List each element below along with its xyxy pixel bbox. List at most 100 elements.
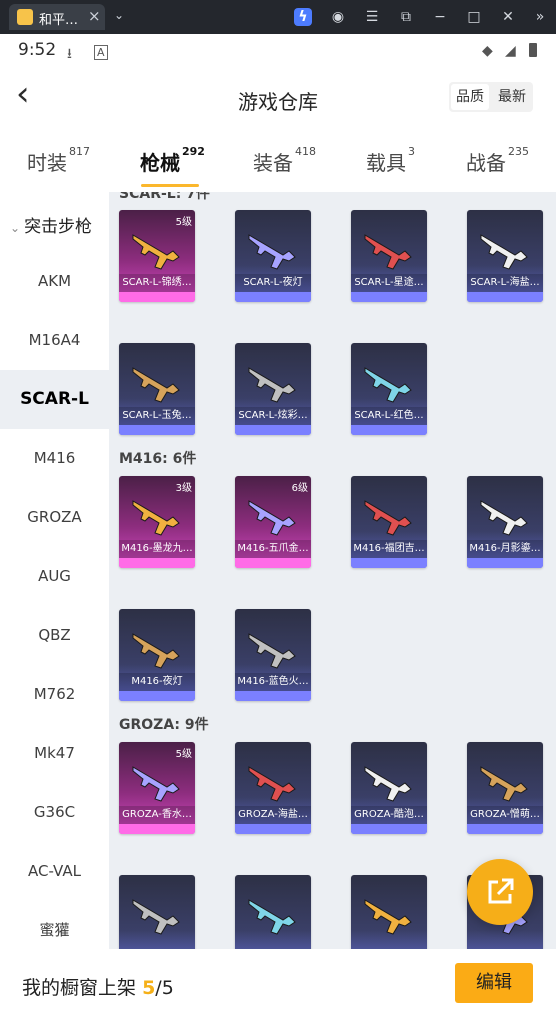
rarity-bar (235, 691, 311, 701)
sidebar-item-groza[interactable]: GROZA (0, 488, 109, 547)
rarity-bar (467, 292, 543, 302)
rarity-bar (119, 691, 195, 701)
rifle-icon (248, 234, 296, 270)
skin-card[interactable] (235, 875, 311, 949)
skin-card[interactable]: M416-月影鎏… (467, 476, 543, 568)
app-header: ‹ 游戏仓库 品质 最新 (0, 66, 556, 130)
a-icon: A (94, 45, 108, 60)
section-label-m416: M416: 6件 (119, 451, 197, 467)
sidebar-category[interactable]: ⌄ 突击步枪 (10, 212, 92, 237)
rarity-bar (351, 292, 427, 302)
skin-card[interactable]: M416-蓝色火… (235, 609, 311, 701)
skin-card[interactable]: SCAR-L-海盐… (467, 210, 543, 302)
sidebar-item-honey-badger[interactable]: 蜜獾 (0, 901, 109, 949)
minimize-icon[interactable]: − (431, 8, 449, 26)
chevron-down-icon: ⌄ (10, 221, 21, 235)
rifle-icon (132, 899, 180, 935)
skin-card[interactable] (119, 875, 195, 949)
skin-name: SCAR-L-炫彩… (235, 407, 311, 425)
menu-icon[interactable]: ☰ (363, 8, 381, 26)
weapon-sidebar: ⌄ 突击步枪 AKM M16A4 SCAR-L M416 GROZA AUG QB… (0, 192, 109, 949)
tab-vehicles[interactable]: 载具 3 (366, 145, 415, 176)
sidebar-item-g36c[interactable]: G36C (0, 783, 109, 842)
skin-name: M416-墨龙九… (119, 540, 195, 558)
rarity-bar (119, 824, 195, 834)
rifle-icon (248, 899, 296, 935)
sort-quality-button[interactable]: 品质 (451, 84, 489, 110)
user-icon[interactable]: ◉ (329, 8, 347, 26)
sidebar-item-akm[interactable]: AKM (0, 252, 109, 311)
rarity-bar (119, 558, 195, 568)
skin-card[interactable]: GROZA-海盐… (235, 742, 311, 834)
rifle-icon (248, 367, 296, 403)
rarity-bar (235, 292, 311, 302)
tab-equipment[interactable]: 装备 418 (253, 145, 316, 176)
sidebar-item-ac-val[interactable]: AC-VAL (0, 842, 109, 901)
close-icon[interactable]: ✕ (499, 8, 517, 26)
skin-name: SCAR-L-夜灯 (235, 274, 311, 292)
skin-card[interactable]: M416-夜灯 (119, 609, 195, 701)
skin-card[interactable]: SCAR-L-红色… (351, 343, 427, 435)
sidebar-item-m16a4[interactable]: M16A4 (0, 311, 109, 370)
tab-guns[interactable]: 枪械 292 (140, 145, 205, 176)
rarity-bar (119, 425, 195, 435)
skin-card[interactable]: SCAR-L-夜灯 (235, 210, 311, 302)
signal-icon: ◢ (505, 43, 516, 59)
browser-tab[interactable]: 和平… × (9, 4, 105, 30)
skin-card[interactable]: M416-福团吉… (351, 476, 427, 568)
status-bar: 9:52 ⭳ A ◆ ◢ (0, 34, 556, 66)
rarity-bar (351, 824, 427, 834)
category-tabs: 时装 817 枪械 292 装备 418 载具 3 战备 235 (0, 130, 556, 192)
skin-name: GROZA-海盐… (235, 806, 311, 824)
skin-card[interactable]: SCAR-L-星途… (351, 210, 427, 302)
sort-toggle: 品质 最新 (449, 82, 533, 112)
status-time: 9:52 (18, 40, 57, 60)
showcase-bar: 我的橱窗上架 5/5 编辑 (0, 949, 556, 1019)
tab-title: 和平… (39, 13, 79, 28)
skin-name: GROZA-憎萌… (467, 806, 543, 824)
edit-button[interactable]: 编辑 (455, 963, 533, 1003)
skin-name: SCAR-L-玉兔… (119, 407, 195, 425)
tab-dropdown-icon[interactable]: ⌄ (114, 8, 124, 22)
double-chevron-icon[interactable]: » (531, 8, 549, 26)
share-button[interactable] (467, 859, 533, 925)
sidebar-item-qbz[interactable]: QBZ (0, 606, 109, 665)
skin-name: SCAR-L-星途… (351, 274, 427, 292)
sidebar-item-scar-l[interactable]: SCAR-L (0, 370, 109, 429)
rarity-bar (351, 558, 427, 568)
skin-card[interactable] (351, 875, 427, 949)
rifle-icon (132, 234, 180, 270)
maximize-icon[interactable]: □ (465, 8, 483, 26)
rifle-icon (364, 766, 412, 802)
skin-name: M416-五爪金… (235, 540, 311, 558)
skin-name: M416-蓝色火… (235, 673, 311, 691)
skin-card[interactable]: SCAR-L-炫彩… (235, 343, 311, 435)
rarity-bar (467, 824, 543, 834)
sidebar-item-m762[interactable]: M762 (0, 665, 109, 724)
skin-card[interactable]: 6级 M416-五爪金… (235, 476, 311, 568)
window-swap-icon[interactable]: ⧉ (397, 8, 415, 26)
rifle-icon (132, 367, 180, 403)
tab-fashion[interactable]: 时装 817 (27, 145, 90, 176)
skin-card[interactable]: 3级 M416-墨龙九… (119, 476, 195, 568)
skin-name: SCAR-L-红色… (351, 407, 427, 425)
sidebar-item-m416[interactable]: M416 (0, 429, 109, 488)
bolt-icon[interactable]: ϟ (294, 8, 312, 26)
sidebar-item-mk47[interactable]: Mk47 (0, 724, 109, 783)
active-tab-indicator (141, 184, 199, 187)
sort-latest-button[interactable]: 最新 (493, 84, 531, 110)
tab-gear[interactable]: 战备 235 (466, 145, 529, 176)
app-icon (17, 9, 33, 25)
tab-close-icon[interactable]: × (88, 7, 101, 25)
rifle-icon (364, 500, 412, 536)
sidebar-item-aug[interactable]: AUG (0, 547, 109, 606)
skin-card[interactable]: 5级 SCAR-L-锦绣… (119, 210, 195, 302)
skin-card[interactable]: SCAR-L-玉兔… (119, 343, 195, 435)
battery-icon (529, 43, 537, 57)
skin-card[interactable]: GROZA-憎萌… (467, 742, 543, 834)
rifle-icon (132, 633, 180, 669)
rifle-icon (480, 234, 528, 270)
skin-card[interactable]: GROZA-酷泡… (351, 742, 427, 834)
skin-name: GROZA-香水… (119, 806, 195, 824)
skin-card[interactable]: 5级 GROZA-香水… (119, 742, 195, 834)
